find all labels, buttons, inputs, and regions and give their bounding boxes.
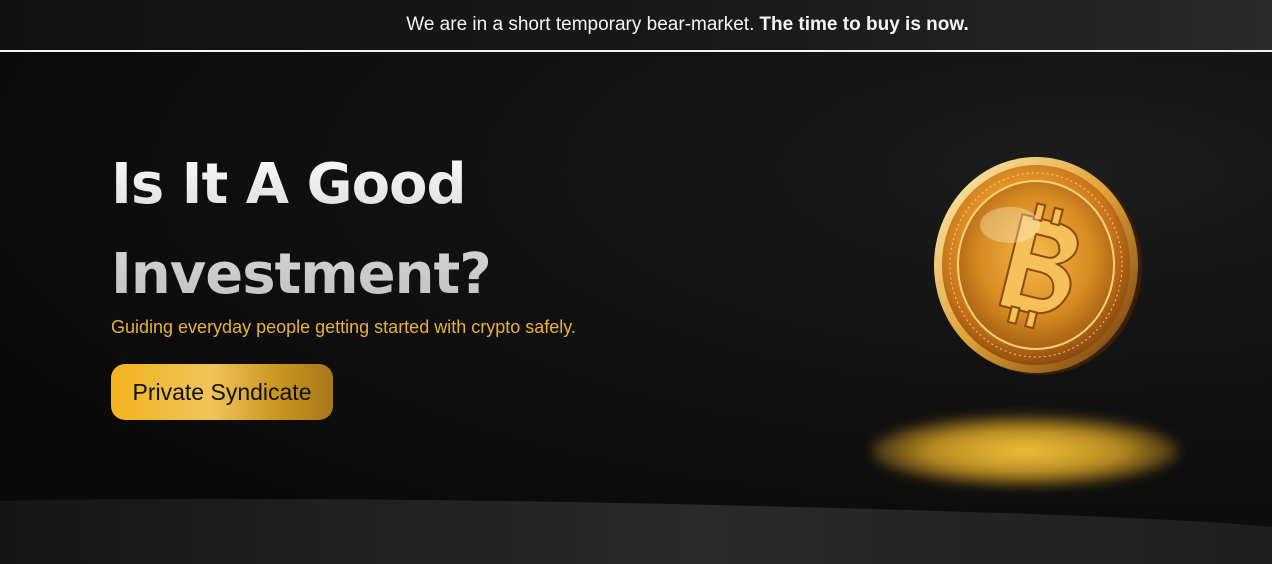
private-syndicate-button[interactable]: Private Syndicate: [111, 364, 333, 420]
announcement-bold-text: The time to buy is now.: [759, 14, 969, 35]
hero-title-line-1: Is It A Good: [111, 152, 466, 217]
announcement-bar: We are in a short temporary bear-market.…: [0, 0, 1272, 52]
hero-title-line-2: Investment?: [111, 242, 491, 307]
bottom-wave: [0, 498, 1272, 564]
landing-page: We are in a short temporary bear-market.…: [0, 0, 1272, 564]
bitcoin-coin-icon: [930, 155, 1142, 377]
announcement-text: We are in a short temporary bear-market.: [406, 14, 755, 35]
coin-glow: [872, 416, 1178, 486]
hero-title: Is It A Good Investment?: [111, 140, 631, 320]
hero-subtitle: Guiding everyday people getting started …: [111, 317, 576, 337]
